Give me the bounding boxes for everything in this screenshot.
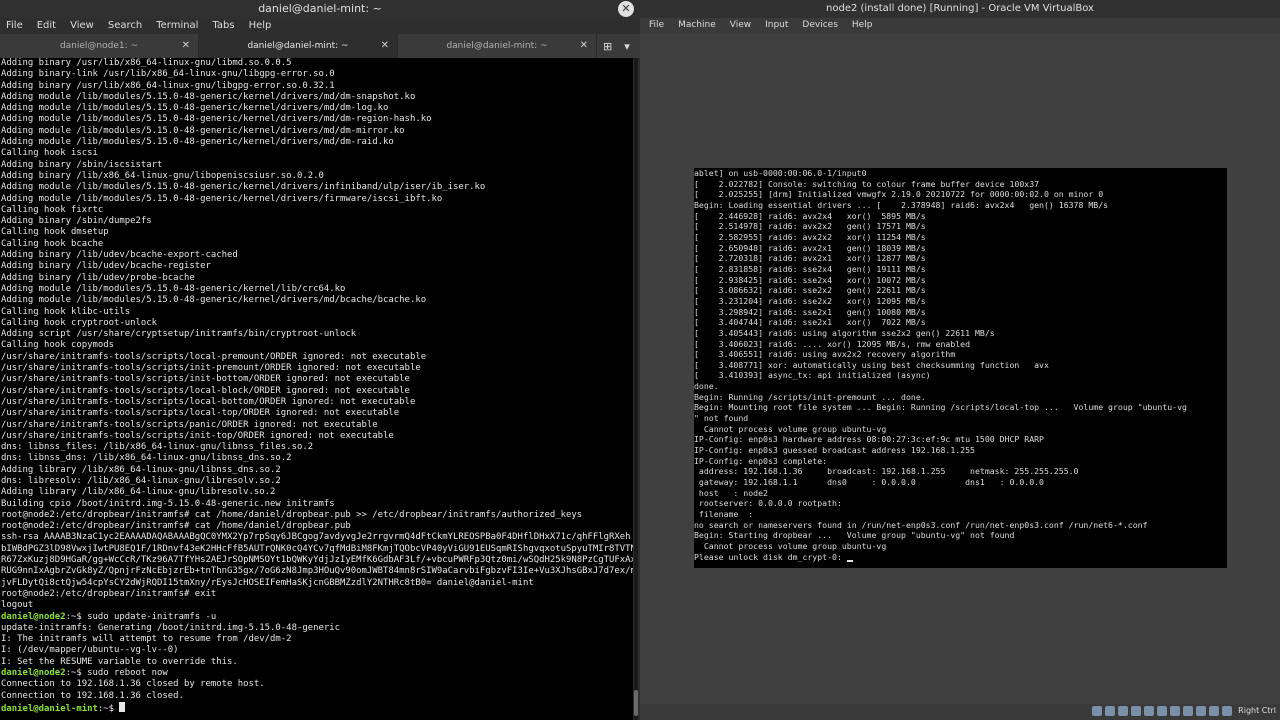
- hard-disk-icon[interactable]: [1092, 706, 1102, 716]
- display-icon[interactable]: [1170, 706, 1180, 716]
- vbox-title: node2 (install done) [Running] - Oracle …: [826, 3, 1094, 14]
- text-cursor: [119, 701, 126, 712]
- scrollbar-thumb[interactable]: [634, 690, 638, 716]
- tab-label: daniel@node1: ~: [59, 41, 139, 51]
- prompt-suffix: :~$: [97, 703, 120, 714]
- shared-folders-icon[interactable]: [1157, 706, 1167, 716]
- vbox-statusbar: Right Ctrl: [640, 704, 1280, 720]
- menu-file[interactable]: File: [6, 18, 23, 34]
- terminal-log-top: Adding binary /usr/lib/x86_64-linux-gnu/…: [1, 58, 633, 611]
- menu-view[interactable]: View: [730, 18, 751, 32]
- terminal-log-update: update-initramfs: Generating /boot/initr…: [1, 622, 340, 667]
- close-icon[interactable]: ✕: [618, 1, 634, 17]
- tab-list-dropdown-icon[interactable]: ▾: [624, 40, 630, 53]
- prompt-user-host: daniel@node2: [1, 668, 66, 679]
- vm-screen[interactable]: ablet] on usb-0000:00:06.0-1/input0 [ 2.…: [694, 168, 1227, 568]
- terminal-output[interactable]: Adding binary /usr/lib/x86_64-linux-gnu/…: [0, 58, 633, 720]
- usb-icon[interactable]: [1144, 706, 1154, 716]
- menu-machine[interactable]: Machine: [678, 18, 716, 32]
- menu-input[interactable]: Input: [765, 18, 788, 32]
- tab-node1[interactable]: daniel@node1: ~ ✕: [0, 34, 199, 58]
- vm-cursor: [846, 559, 853, 562]
- menu-terminal[interactable]: Terminal: [156, 18, 198, 34]
- vm-console-output: ablet] on usb-0000:00:06.0-1/input0 [ 2.…: [694, 168, 1227, 562]
- terminal-tabbar: daniel@node1: ~ ✕ daniel@daniel-mint: ~ …: [0, 34, 640, 59]
- vm-display-area: ablet] on usb-0000:00:06.0-1/input0 [ 2.…: [640, 34, 1280, 704]
- command-text: :~$ sudo reboot now: [65, 668, 168, 679]
- prompt-user-host: daniel@node2: [1, 611, 66, 622]
- close-icon[interactable]: ✕: [580, 34, 588, 58]
- terminal-scrollbar[interactable]: [634, 58, 638, 720]
- recording-icon[interactable]: [1183, 706, 1193, 716]
- tab-label: daniel@daniel-mint: ~: [446, 41, 548, 51]
- tab-daniel-mint-active[interactable]: daniel@daniel-mint: ~ ✕: [199, 34, 398, 58]
- menu-view[interactable]: View: [70, 18, 94, 34]
- close-icon[interactable]: ✕: [182, 34, 190, 58]
- vbox-titlebar[interactable]: node2 (install done) [Running] - Oracle …: [640, 0, 1280, 18]
- cpu-icon[interactable]: [1196, 706, 1206, 716]
- close-icon[interactable]: ✕: [381, 34, 389, 58]
- terminal-titlebar[interactable]: daniel@daniel-mint: ~ ✕: [0, 0, 640, 18]
- vm-console-text: ablet] on usb-0000:00:06.0-1/input0 [ 2.…: [694, 168, 1187, 562]
- tab-label: daniel@daniel-mint: ~: [247, 41, 349, 51]
- menu-help[interactable]: Help: [249, 18, 272, 34]
- virtualbox-window: node2 (install done) [Running] - Oracle …: [640, 0, 1280, 720]
- menu-edit[interactable]: Edit: [37, 18, 56, 34]
- terminal-log-reboot: Connection to 192.168.1.36 closed by rem…: [1, 679, 265, 701]
- command-line-reboot: daniel@node2:~$ sudo reboot now: [1, 668, 633, 679]
- menu-devices[interactable]: Devices: [802, 18, 837, 32]
- menu-tabs[interactable]: Tabs: [212, 18, 234, 34]
- terminal-window: daniel@daniel-mint: ~ ✕ File Edit View S…: [0, 0, 640, 720]
- menu-file[interactable]: File: [649, 18, 664, 32]
- tab-daniel-mint[interactable]: daniel@daniel-mint: ~ ✕: [398, 34, 597, 58]
- prompt-user-host: daniel@daniel-mint: [1, 703, 98, 714]
- keyboard-icon[interactable]: [1222, 706, 1232, 716]
- menu-help[interactable]: Help: [852, 18, 873, 32]
- current-prompt-line: daniel@daniel-mint:~$: [1, 701, 633, 715]
- audio-icon[interactable]: [1118, 706, 1128, 716]
- optical-drive-icon[interactable]: [1105, 706, 1115, 716]
- menu-search[interactable]: Search: [108, 18, 142, 34]
- command-text: :~$ sudo update-initramfs -u: [65, 611, 217, 622]
- command-line-update: daniel@node2:~$ sudo update-initramfs -u: [1, 612, 633, 623]
- host-key-label: Right Ctrl: [1238, 706, 1276, 715]
- network-icon[interactable]: [1131, 706, 1141, 716]
- terminal-title: daniel@daniel-mint: ~: [258, 2, 382, 15]
- terminal-menubar: File Edit View Search Terminal Tabs Help: [0, 18, 640, 34]
- mouse-integration-icon[interactable]: [1209, 706, 1219, 716]
- new-tab-icon[interactable]: ⊞: [603, 40, 612, 53]
- vbox-menubar: File Machine View Input Devices Help: [640, 18, 1280, 32]
